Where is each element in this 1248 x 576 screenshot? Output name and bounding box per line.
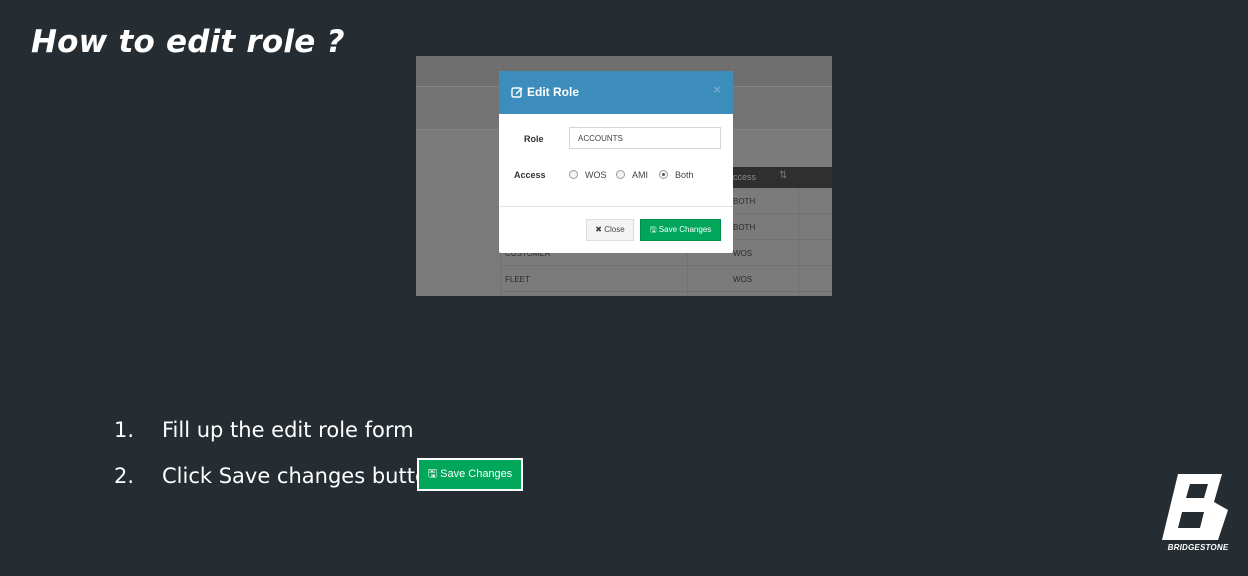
table-cell-access: BOTH bbox=[733, 223, 756, 232]
radio-both[interactable] bbox=[659, 170, 668, 179]
close-icon: ✖ bbox=[595, 225, 602, 234]
edit-icon bbox=[511, 87, 523, 98]
slide-title: How to edit role ? bbox=[31, 24, 345, 60]
save-button-label: Save Changes bbox=[658, 225, 712, 234]
table-cell-access: WOS bbox=[733, 275, 753, 284]
role-label: Role bbox=[524, 134, 544, 144]
logo-text: BRIDGESTONE bbox=[1167, 543, 1229, 552]
save-changes-button[interactable]: 🖫 Save Changes bbox=[640, 219, 721, 241]
save-callout-label: Save Changes bbox=[440, 468, 513, 480]
modal-header: Edit Role × bbox=[499, 71, 733, 114]
column-divider bbox=[798, 188, 799, 296]
step-number: 1. bbox=[114, 418, 135, 442]
radio-ami[interactable] bbox=[616, 170, 625, 179]
radio-label-both: Both bbox=[675, 170, 694, 180]
modal-footer bbox=[499, 206, 733, 207]
radio-wos[interactable] bbox=[569, 170, 578, 179]
step-text: Click Save changes button bbox=[162, 464, 442, 488]
save-icon: 🖫 bbox=[649, 225, 657, 234]
sort-icon: ⇅ bbox=[779, 170, 788, 181]
access-label: Access bbox=[514, 170, 546, 180]
radio-label-ami: AMI bbox=[632, 170, 649, 180]
step-number: 2. bbox=[114, 464, 135, 488]
close-button[interactable]: ✖ Close bbox=[586, 219, 634, 241]
close-button-label: Close bbox=[604, 225, 625, 234]
table-cell-access: WOS bbox=[733, 249, 753, 258]
table-cell-access: BOTH bbox=[733, 197, 756, 206]
screenshot-edit-role: ccess ⇅ BOTH BOTH CUSTOMER WOS FLEET WOS… bbox=[416, 56, 832, 296]
save-changes-callout-button: 🖫 Save Changes bbox=[417, 458, 523, 491]
radio-label-wos: WOS bbox=[585, 170, 607, 180]
save-icon: 🖫 bbox=[427, 468, 438, 480]
edit-role-modal: Edit Role × Role ACCOUNTS Access WOS AMI… bbox=[499, 71, 733, 253]
step-text: Fill up the edit role form bbox=[162, 418, 414, 442]
role-input[interactable]: ACCOUNTS bbox=[569, 127, 721, 149]
close-icon[interactable]: × bbox=[713, 82, 721, 97]
modal-title: Edit Role bbox=[527, 85, 580, 99]
table-header-access: ccess bbox=[733, 172, 757, 182]
table-row bbox=[500, 266, 832, 292]
table-cell-name: FLEET bbox=[505, 275, 530, 284]
